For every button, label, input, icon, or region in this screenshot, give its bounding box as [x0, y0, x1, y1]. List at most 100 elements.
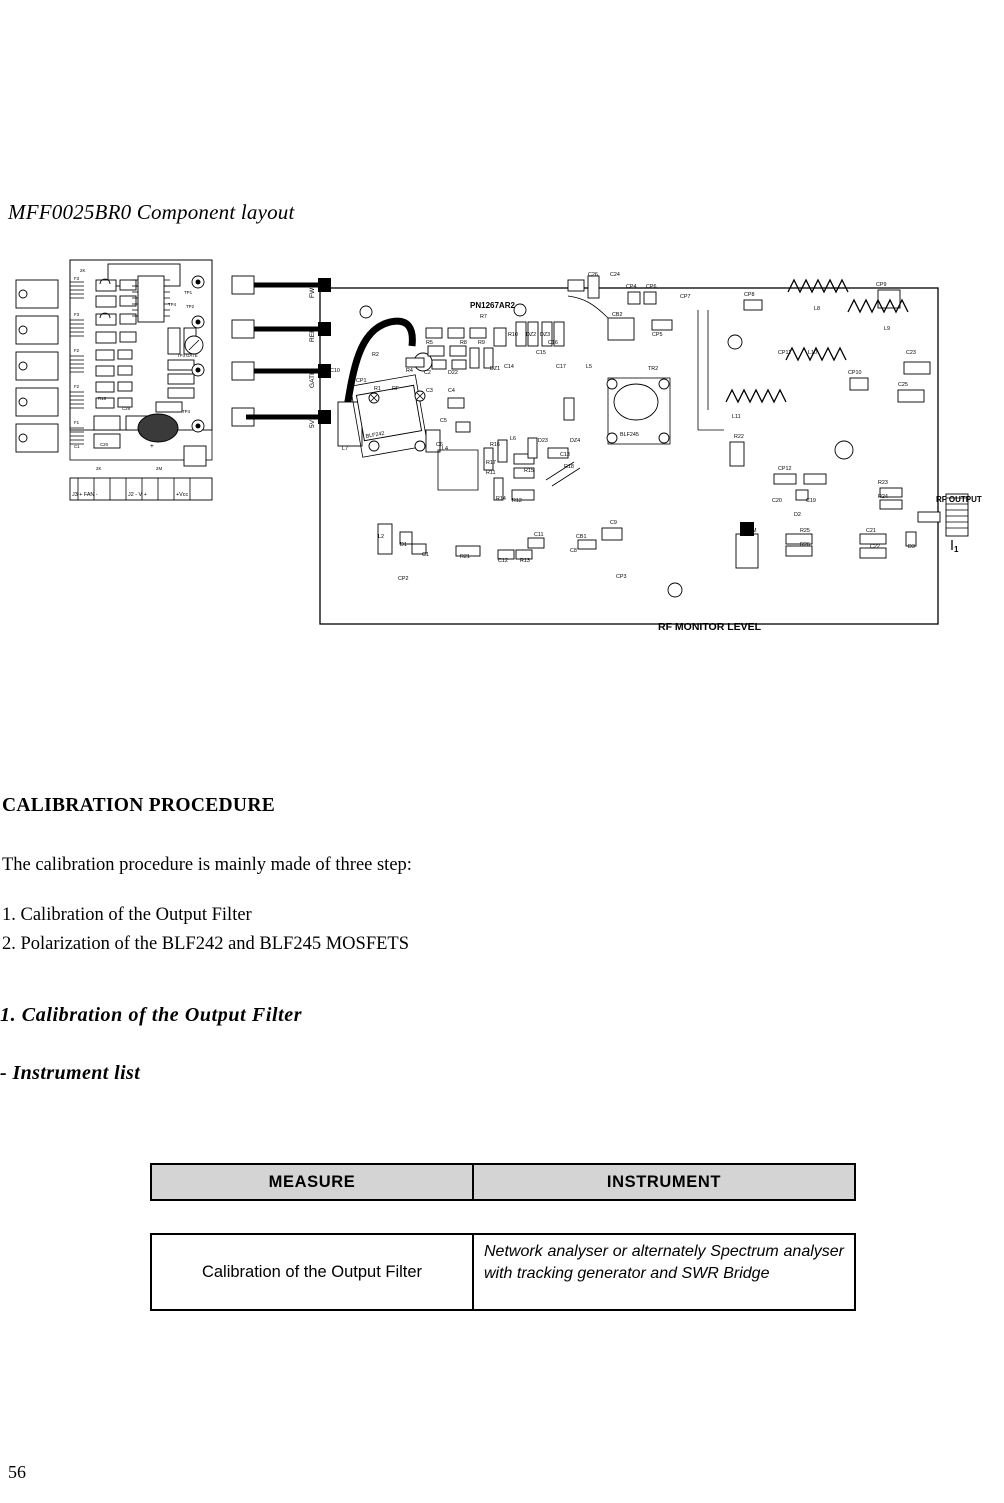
- main-pcb: PN1267AR2 BLF242 BLF245 1 RF OUTPUT M RF…: [319, 272, 982, 633]
- svg-text:C3: C3: [426, 388, 433, 394]
- svg-text:2M: 2M: [156, 466, 162, 471]
- svg-text:CP3: CP3: [616, 574, 627, 580]
- svg-text:L5: L5: [586, 364, 592, 370]
- svg-text:R12: R12: [512, 498, 522, 504]
- pcb-part-number: PN1267AR2: [470, 301, 515, 310]
- svg-text:C1: C1: [74, 444, 80, 449]
- svg-text:C20: C20: [100, 442, 109, 447]
- svg-text:F2: F2: [74, 384, 80, 389]
- svg-text:CP11: CP11: [778, 350, 791, 356]
- svg-text:C19: C19: [806, 498, 816, 504]
- svg-text:C8: C8: [570, 548, 577, 554]
- svg-text:C25: C25: [898, 382, 908, 388]
- svg-text:CB1: CB1: [576, 534, 587, 540]
- svg-text:L10: L10: [808, 350, 817, 356]
- svg-text:2K: 2K: [96, 466, 101, 471]
- table-cell-measure: Calibration of the Output Filter: [152, 1235, 474, 1309]
- svg-text:R5: R5: [426, 340, 433, 346]
- svg-text:C1: C1: [422, 552, 429, 558]
- svg-text:DZ4: DZ4: [570, 438, 580, 444]
- svg-text:CP1: CP1: [356, 378, 367, 384]
- svg-text:R13: R13: [520, 558, 530, 564]
- transistor-blf245: BLF245: [606, 377, 671, 445]
- svg-text:DZ1: DZ1: [490, 366, 500, 372]
- signal-label-5v: 5V: [309, 419, 316, 428]
- svg-text:L9: L9: [884, 326, 890, 332]
- svg-text:C20: C20: [772, 498, 782, 504]
- svg-text:L11: L11: [732, 414, 741, 420]
- svg-text:R18: R18: [98, 396, 107, 401]
- svg-text:R10: R10: [508, 332, 518, 338]
- svg-text:R11: R11: [486, 470, 496, 476]
- svg-text:C23: C23: [906, 350, 916, 356]
- svg-text:D22: D22: [448, 370, 458, 376]
- svg-text:TP4: TP4: [168, 302, 177, 307]
- component-layout-figure: .ln { stroke:#000; fill:none; } .thin { …: [8, 250, 996, 690]
- svg-text:D1: D1: [400, 542, 407, 548]
- table-cell-instrument: Network analyser or alternately Spectrum…: [484, 1243, 844, 1282]
- step-2-text: 2. Polarization of the BLF242 and BLF245…: [2, 934, 409, 954]
- svg-text:C26: C26: [588, 272, 598, 278]
- svg-text:L6: L6: [510, 436, 516, 442]
- interconnect-cables: FWD REF GATE 5V: [231, 275, 331, 428]
- table-row: Calibration of the Output Filter Network…: [150, 1233, 856, 1311]
- svg-text:F1: F1: [74, 420, 80, 425]
- left-board: 2K J1: [15, 259, 213, 501]
- svg-text:D2: D2: [794, 512, 801, 518]
- svg-text:R2: R2: [372, 352, 379, 358]
- svg-text:M: M: [752, 528, 757, 534]
- svg-text:L7: L7: [342, 446, 348, 452]
- svg-text:R15: R15: [524, 468, 534, 474]
- svg-text:C9: C9: [610, 520, 617, 526]
- page-number: 56: [8, 1462, 26, 1482]
- svg-text:R26: R26: [800, 542, 810, 548]
- svg-text:R4: R4: [406, 368, 413, 374]
- svg-text:R21: R21: [460, 554, 470, 560]
- svg-text:CP4: CP4: [626, 284, 637, 290]
- svg-text:CP2: CP2: [398, 576, 409, 582]
- svg-text:C17: C17: [556, 364, 566, 370]
- rf-monitor-label: RF MONITOR LEVEL: [658, 621, 762, 633]
- svg-text:CP5: CP5: [652, 332, 663, 338]
- svg-text:CP12: CP12: [778, 466, 792, 472]
- svg-text:C28: C28: [122, 406, 131, 411]
- svg-text:C11: C11: [534, 532, 544, 538]
- svg-text:+Vcc: +Vcc: [176, 492, 188, 498]
- svg-text:C5: C5: [440, 418, 447, 424]
- svg-text:TP4: TP4: [182, 409, 191, 414]
- svg-text:L8: L8: [814, 306, 820, 312]
- subsection-heading: 1. Calibration of the Output Filter: [0, 1004, 303, 1026]
- calibration-procedure-heading: CALIBRATION PROCEDURE: [2, 795, 276, 816]
- svg-text:DZ2: DZ2: [526, 332, 536, 338]
- svg-text:F3: F3: [74, 276, 80, 281]
- svg-text:D23: D23: [538, 438, 548, 444]
- svg-text:DZ3: DZ3: [540, 332, 550, 338]
- signal-label-ref: REF: [309, 329, 316, 342]
- svg-text:C15: C15: [536, 350, 546, 356]
- svg-text:CP6: CP6: [646, 284, 657, 290]
- svg-text:D3: D3: [908, 544, 915, 550]
- svg-text:C24: C24: [610, 272, 620, 278]
- page-title: MFF0025BR0 Component layout: [8, 200, 295, 224]
- rf-output-label: RF OUTPUT: [936, 495, 982, 504]
- svg-text:GATE: GATE: [186, 353, 198, 358]
- svg-text:CP9: CP9: [876, 282, 887, 288]
- svg-text:C10: C10: [330, 368, 340, 374]
- svg-text:C6: C6: [436, 442, 443, 448]
- svg-text:CP8: CP8: [744, 292, 755, 298]
- svg-text:R7: R7: [480, 314, 487, 320]
- svg-text:F3: F3: [74, 312, 80, 317]
- svg-text:R14: R14: [496, 496, 506, 502]
- svg-text:R24: R24: [878, 494, 888, 500]
- svg-text:R8: R8: [460, 340, 467, 346]
- svg-text:L2: L2: [378, 534, 384, 540]
- svg-text:2K: 2K: [80, 268, 85, 273]
- svg-text:C14: C14: [504, 364, 514, 370]
- svg-text:CB2: CB2: [612, 312, 623, 318]
- intro-paragraph: The calibration procedure is mainly made…: [2, 855, 412, 875]
- svg-text:C12: C12: [498, 558, 508, 564]
- svg-text:1: 1: [954, 545, 959, 554]
- instrument-list-heading: - Instrument list: [0, 1062, 141, 1084]
- step-1-text: 1. Calibration of the Output Filter: [2, 905, 252, 925]
- svg-text:CP7: CP7: [680, 294, 691, 300]
